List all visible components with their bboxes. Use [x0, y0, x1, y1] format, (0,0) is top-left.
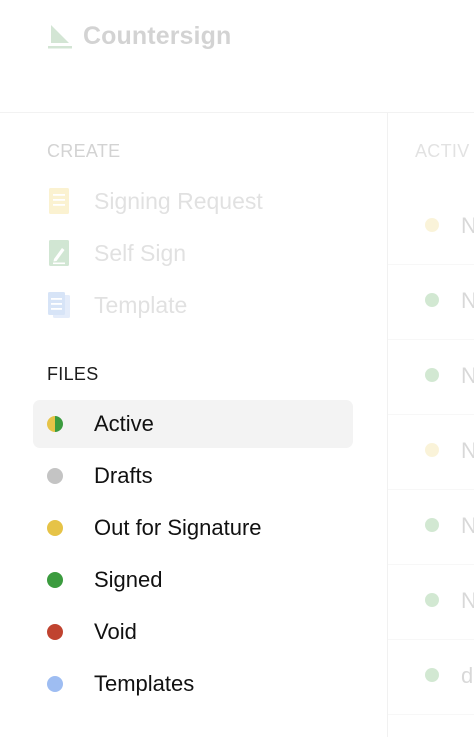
files-section-label: FILES: [47, 364, 99, 384]
files-item-drafts[interactable]: Drafts: [33, 452, 353, 500]
void-status-dot: [47, 624, 63, 640]
row-status-dot: [425, 593, 439, 607]
files-item-out-for-signature[interactable]: Out for Signature: [33, 504, 353, 552]
app-window: Countersign CREATE Signing Request Self …: [0, 0, 474, 737]
files-item-templates-label: Templates: [94, 671, 195, 696]
out-for-signature-status-dot: [47, 520, 63, 536]
countersign-logo-icon: [48, 24, 72, 48]
files-item-signed-label: Signed: [94, 567, 163, 592]
list-row[interactable]: N: [388, 414, 474, 490]
files-item-void[interactable]: Void: [33, 608, 353, 656]
row-title: N: [461, 288, 474, 313]
signed-status-dot: [47, 572, 63, 588]
row-status-dot: [425, 293, 439, 307]
document-list-panel: ACTIV N N N N N N d: [388, 113, 474, 737]
row-title: N: [461, 363, 474, 388]
row-status-dot: [425, 668, 439, 682]
files-item-drafts-label: Drafts: [94, 463, 153, 488]
list-row[interactable]: d: [388, 639, 474, 715]
create-section-label: CREATE: [47, 141, 121, 161]
files-item-void-label: Void: [94, 619, 137, 644]
list-header: ACTIV: [415, 141, 470, 161]
list-row[interactable]: N: [388, 189, 474, 265]
row-title: N: [461, 588, 474, 613]
files-item-out-for-signature-label: Out for Signature: [94, 515, 262, 540]
files-item-templates[interactable]: Templates: [33, 660, 353, 708]
brand-name: Countersign: [83, 22, 232, 50]
template-icon: [48, 292, 70, 318]
row-title: N: [461, 438, 474, 463]
sidebar: CREATE Signing Request Self Sign Templat…: [0, 113, 388, 737]
app-header: Countersign: [0, 0, 474, 113]
create-signing-request-label: Signing Request: [94, 187, 263, 214]
row-status-dot: [425, 518, 439, 532]
row-title: N: [461, 213, 474, 238]
self-sign-icon: [49, 240, 69, 266]
files-item-signed[interactable]: Signed: [33, 556, 353, 604]
files-item-active-label: Active: [94, 411, 154, 436]
templates-status-dot: [47, 676, 63, 692]
list-row[interactable]: N: [388, 264, 474, 340]
list-row[interactable]: N: [388, 489, 474, 565]
list-row[interactable]: N: [388, 564, 474, 640]
row-title: d: [461, 663, 474, 688]
row-status-dot: [425, 368, 439, 382]
create-signing-request-item[interactable]: Signing Request: [47, 185, 263, 217]
create-self-sign-label: Self Sign: [94, 239, 187, 266]
row-status-dot: [425, 443, 439, 457]
list-row[interactable]: N: [388, 339, 474, 415]
row-title: N: [461, 513, 474, 538]
brand[interactable]: Countersign: [47, 22, 231, 51]
files-item-active[interactable]: Active: [33, 400, 353, 448]
active-status-dot: [47, 416, 63, 432]
create-template-item[interactable]: Template: [47, 289, 187, 321]
create-self-sign-item[interactable]: Self Sign: [47, 237, 186, 269]
create-template-label: Template: [94, 291, 188, 318]
row-status-dot: [425, 218, 439, 232]
drafts-status-dot: [47, 468, 63, 484]
signing-request-icon: [49, 188, 69, 214]
